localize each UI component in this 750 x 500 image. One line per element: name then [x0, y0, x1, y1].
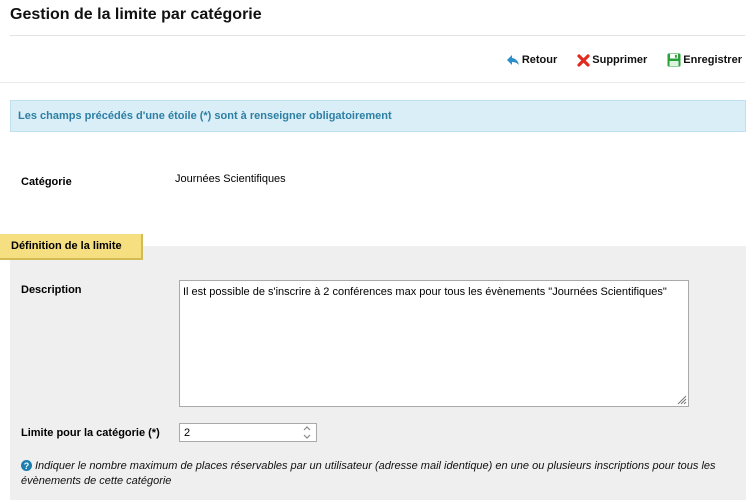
save-button[interactable]: Enregistrer: [667, 53, 742, 67]
description-text: Il est possible de s'inscrire à 2 confér…: [183, 286, 667, 298]
limit-label: Limite pour la catégorie (*): [21, 427, 160, 439]
limit-value: 2: [184, 426, 191, 439]
tab-limit-definition[interactable]: Définition de la limite: [0, 234, 143, 260]
back-button[interactable]: Retour: [506, 54, 557, 66]
limit-number-input[interactable]: 2: [179, 423, 317, 442]
description-textarea[interactable]: Il est possible de s'inscrire à 2 confér…: [179, 280, 689, 407]
delete-button-label: Supprimer: [592, 54, 648, 66]
save-button-label: Enregistrer: [683, 54, 742, 66]
toolbar-divider: [0, 82, 745, 83]
number-spinner[interactable]: [300, 426, 314, 439]
title-divider: [10, 35, 745, 36]
spinner-down-icon[interactable]: [303, 434, 311, 439]
back-arrow-icon: [506, 55, 519, 65]
toolbar: Retour Supprimer Enregistrer: [486, 52, 742, 68]
description-label: Description: [21, 284, 82, 296]
required-fields-banner: Les champs précédés d'une étoile (*) son…: [10, 100, 746, 132]
limit-help-text: Indiquer le nombre maximum de places rés…: [21, 460, 716, 487]
category-value: Journées Scientifiques: [175, 173, 286, 185]
floppy-disk-icon: [667, 53, 681, 67]
page-title: Gestion de la limite par catégorie: [10, 6, 262, 23]
back-button-label: Retour: [521, 54, 558, 66]
red-x-icon: [577, 53, 590, 67]
category-label: Catégorie: [21, 176, 72, 188]
delete-button[interactable]: Supprimer: [577, 53, 648, 67]
spinner-up-icon[interactable]: [303, 426, 311, 431]
resize-grip-icon[interactable]: [675, 393, 687, 405]
